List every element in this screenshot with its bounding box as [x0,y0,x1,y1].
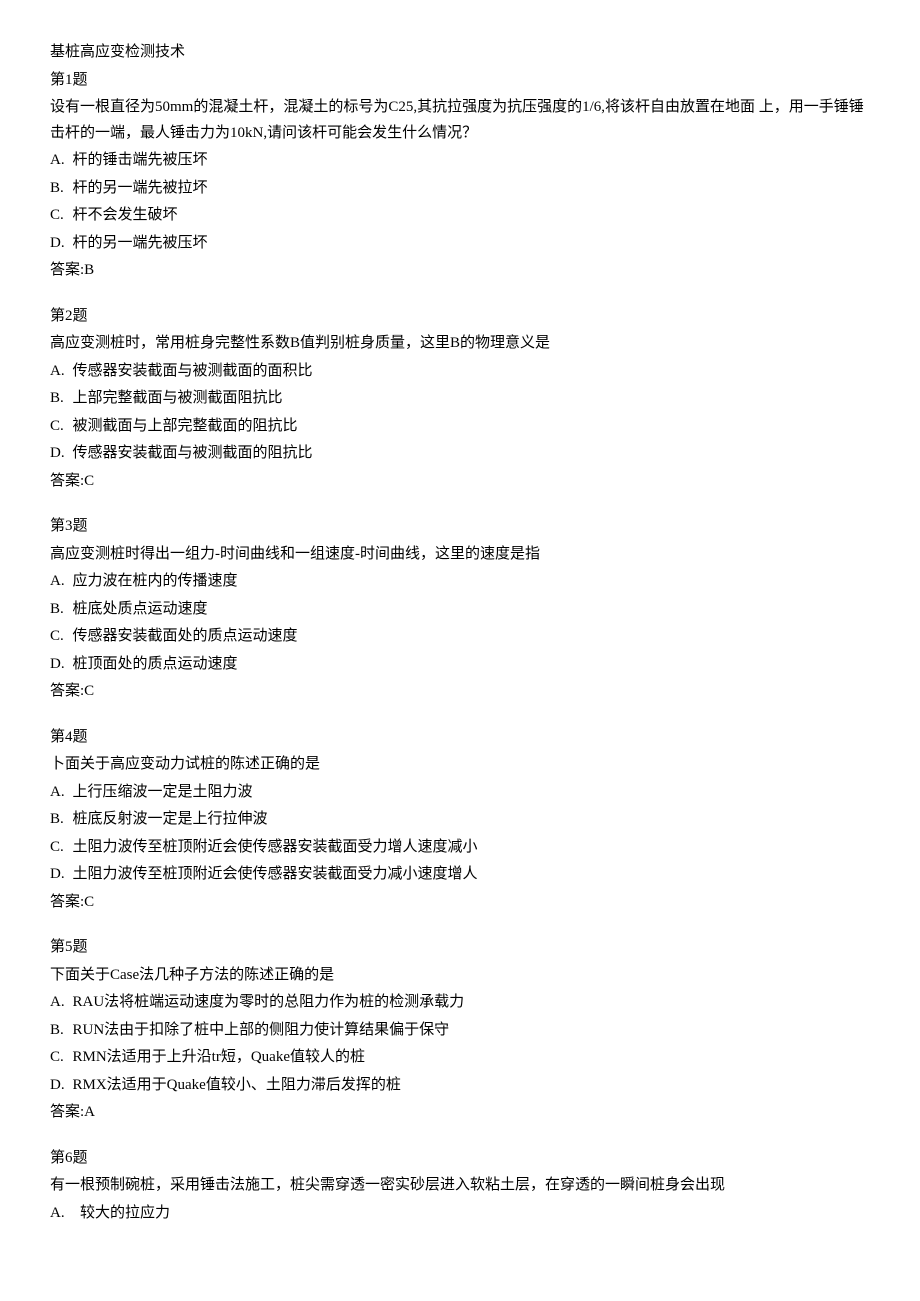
option-c: C.土阻力波传至桩顶附近会使传感器安装截面受力增人速度减小 [50,835,870,861]
answer-line: 答案:B [50,258,870,284]
option-label: C. [50,835,73,861]
option-b: B.桩底反射波一定是上行拉伸波 [50,807,870,833]
answer-value: C [84,473,94,489]
option-b: B.桩底处质点运动速度 [50,597,870,623]
option-label: B. [50,597,73,623]
question-text: 高应变测桩时得出一组力-时间曲线和一组速度-时间曲线，这里的速度是指 [50,542,870,568]
question-text: 卜面关于高应变动力试桩的陈述正确的是 [50,752,870,778]
option-a: A. 较大的拉应力 [50,1201,870,1227]
option-text: 杆的另一端先被压坏 [73,235,208,251]
option-d: D.桩顶面处的质点运动速度 [50,652,870,678]
answer-value: C [84,894,94,910]
option-a: A.上行压缩波一定是土阻力波 [50,780,870,806]
option-b: B.上部完整截面与被测截面阻抗比 [50,386,870,412]
option-b: B.RUN法由于扣除了桩中上部的侧阻力使计算结果偏于保守 [50,1018,870,1044]
option-label: A. [50,1201,73,1227]
option-text: 桩底处质点运动速度 [73,601,208,617]
question-text: 高应变测桩时，常用桩身完整性系数B值判别桩身质量，这里B的物理意义是 [50,331,870,357]
option-label: A. [50,780,73,806]
option-text: RAU法将桩端运动速度为零时的总阻力作为桩的检测承载力 [73,994,465,1010]
option-text: 桩顶面处的质点运动速度 [73,656,238,672]
answer-label: 答案: [50,894,84,910]
option-text: 杆不会发生破坏 [73,207,178,223]
question-heading: 第6题 [50,1146,870,1172]
answer-line: 答案:C [50,890,870,916]
answer-line: 答案:C [50,469,870,495]
option-a: A.RAU法将桩端运动速度为零时的总阻力作为桩的检测承载力 [50,990,870,1016]
option-label: D. [50,1073,73,1099]
option-text: 杆的锤击端先被压坏 [73,152,208,168]
option-text: RMN法适用于上升沿tr短，Quake值较人的桩 [73,1049,366,1065]
option-label: D. [50,441,73,467]
option-label: D. [50,652,73,678]
answer-label: 答案: [50,683,84,699]
option-c: C.被测截面与上部完整截面的阻抗比 [50,414,870,440]
option-label: B. [50,1018,73,1044]
question-3: 第3题 高应变测桩时得出一组力-时间曲线和一组速度-时间曲线，这里的速度是指 A… [50,514,870,705]
question-heading: 第5题 [50,935,870,961]
answer-label: 答案: [50,262,84,278]
answer-label: 答案: [50,473,84,489]
option-label: C. [50,203,73,229]
answer-value: C [84,683,94,699]
option-d: D.RMX法适用于Quake值较小、土阻力滞后发挥的桩 [50,1073,870,1099]
option-a: A.传感器安装截面与被测截面的面积比 [50,359,870,385]
answer-line: 答案:C [50,679,870,705]
option-text: 桩底反射波一定是上行拉伸波 [73,811,268,827]
question-text: 设有一根直径为50mm的混凝土杆，混凝土的标号为C25,其抗拉强度为抗压强度的1… [50,95,870,146]
option-label: B. [50,386,73,412]
option-label: A. [50,990,73,1016]
option-text: 较大的拉应力 [80,1205,170,1221]
option-text: 上部完整截面与被测截面阻抗比 [73,390,283,406]
question-5: 第5题 下面关于Case法几种子方法的陈述正确的是 A.RAU法将桩端运动速度为… [50,935,870,1126]
option-c: C.RMN法适用于上升沿tr短，Quake值较人的桩 [50,1045,870,1071]
question-heading: 第3题 [50,514,870,540]
option-d: D.传感器安装截面与被测截面的阻抗比 [50,441,870,467]
option-label: A. [50,359,73,385]
option-label: D. [50,231,73,257]
answer-line: 答案:A [50,1100,870,1126]
answer-value: B [84,262,94,278]
question-1: 第1题 设有一根直径为50mm的混凝土杆，混凝土的标号为C25,其抗拉强度为抗压… [50,68,870,284]
option-label: C. [50,624,73,650]
page-title: 基桩高应变检测技术 [50,40,870,66]
question-heading: 第2题 [50,304,870,330]
option-text: 上行压缩波一定是土阻力波 [73,784,253,800]
option-label: B. [50,176,73,202]
question-heading: 第1题 [50,68,870,94]
question-text: 下面关于Case法几种子方法的陈述正确的是 [50,963,870,989]
option-a: A.应力波在桩内的传播速度 [50,569,870,595]
option-text: 应力波在桩内的传播速度 [73,573,238,589]
option-label: C. [50,1045,73,1071]
option-label: C. [50,414,73,440]
option-c: C.杆不会发生破坏 [50,203,870,229]
option-text: 土阻力波传至桩顶附近会使传感器安装截面受力减小速度增人 [73,866,478,882]
question-text: 有一根预制碗桩，采用锤击法施工，桩尖需穿透一密实砂层进入软粘土层，在穿透的一瞬间… [50,1173,870,1199]
option-a: A.杆的锤击端先被压坏 [50,148,870,174]
option-label: A. [50,569,73,595]
question-2: 第2题 高应变测桩时，常用桩身完整性系数B值判别桩身质量，这里B的物理意义是 A… [50,304,870,495]
option-text: 杆的另一端先被拉坏 [73,180,208,196]
option-c: C.传感器安装截面处的质点运动速度 [50,624,870,650]
option-text: 传感器安装截面与被测截面的面积比 [73,363,313,379]
question-heading: 第4题 [50,725,870,751]
option-label: A. [50,148,73,174]
answer-value: A [84,1104,95,1120]
option-text: 传感器安装截面处的质点运动速度 [73,628,298,644]
option-label: D. [50,862,73,888]
option-d: D.杆的另一端先被压坏 [50,231,870,257]
question-4: 第4题 卜面关于高应变动力试桩的陈述正确的是 A.上行压缩波一定是土阻力波 B.… [50,725,870,916]
option-text: 土阻力波传至桩顶附近会使传感器安装截面受力增人速度减小 [73,839,478,855]
option-text: RUN法由于扣除了桩中上部的侧阻力使计算结果偏于保守 [73,1022,450,1038]
option-d: D.土阻力波传至桩顶附近会使传感器安装截面受力减小速度增人 [50,862,870,888]
option-text: 被测截面与上部完整截面的阻抗比 [73,418,298,434]
answer-label: 答案: [50,1104,84,1120]
option-text: 传感器安装截面与被测截面的阻抗比 [73,445,313,461]
option-text: RMX法适用于Quake值较小、土阻力滞后发挥的桩 [73,1077,401,1093]
option-label: B. [50,807,73,833]
option-b: B.杆的另一端先被拉坏 [50,176,870,202]
question-6: 第6题 有一根预制碗桩，采用锤击法施工，桩尖需穿透一密实砂层进入软粘土层，在穿透… [50,1146,870,1227]
